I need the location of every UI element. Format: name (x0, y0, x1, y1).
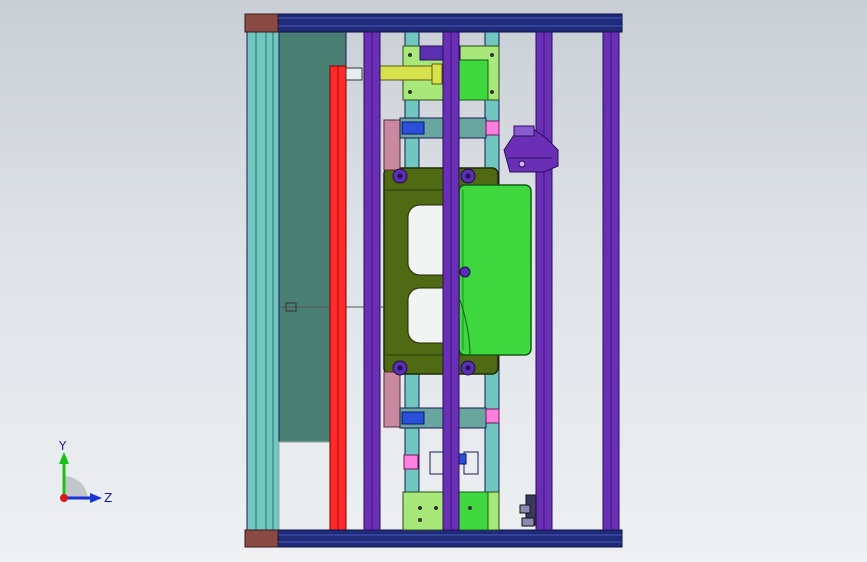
mold-assembly-model[interactable] (0, 0, 867, 562)
origin-dot (60, 494, 68, 502)
bolt (490, 90, 494, 94)
lower-clamp-strip (383, 371, 401, 428)
top-rail (244, 13, 623, 33)
bolt (418, 518, 422, 522)
axis-triad: Y Z (58, 439, 112, 505)
cad-viewport[interactable]: Y Z (0, 0, 867, 562)
small-fitting (519, 494, 537, 527)
bolt (418, 506, 422, 510)
y-axis-label: Y (58, 439, 67, 453)
y-axis-arrow (59, 452, 69, 464)
left-guide-column (246, 29, 280, 533)
bottom-green-insert (457, 491, 489, 531)
knob-nut (460, 168, 476, 184)
z-axis-label: Z (104, 491, 112, 505)
knob-nut (392, 360, 408, 376)
knob-nut (460, 360, 476, 376)
upper-pink-marker (485, 120, 500, 136)
bolt (408, 90, 412, 94)
bolt (490, 53, 494, 57)
small-spacer (429, 451, 445, 475)
yellow-cylinder (379, 65, 433, 81)
z-axis-arrow (90, 493, 102, 503)
knob-nut (459, 266, 471, 278)
bottom-end-block (244, 529, 279, 548)
top-end-block (244, 13, 279, 33)
bolt (468, 506, 472, 510)
top-green-insert (457, 59, 489, 101)
cylinder-mount (345, 67, 363, 81)
lower-slide-blue (401, 411, 425, 425)
knob-nut (392, 168, 408, 184)
upper-slide-blue (401, 121, 425, 135)
bottom-rail (244, 529, 623, 548)
cylinder-connector (431, 63, 443, 85)
bolt (434, 506, 438, 510)
upper-clamp-strip (383, 119, 401, 171)
bolt (408, 53, 412, 57)
lower-pink-marker (485, 408, 500, 424)
left-pink-marker (403, 454, 419, 470)
